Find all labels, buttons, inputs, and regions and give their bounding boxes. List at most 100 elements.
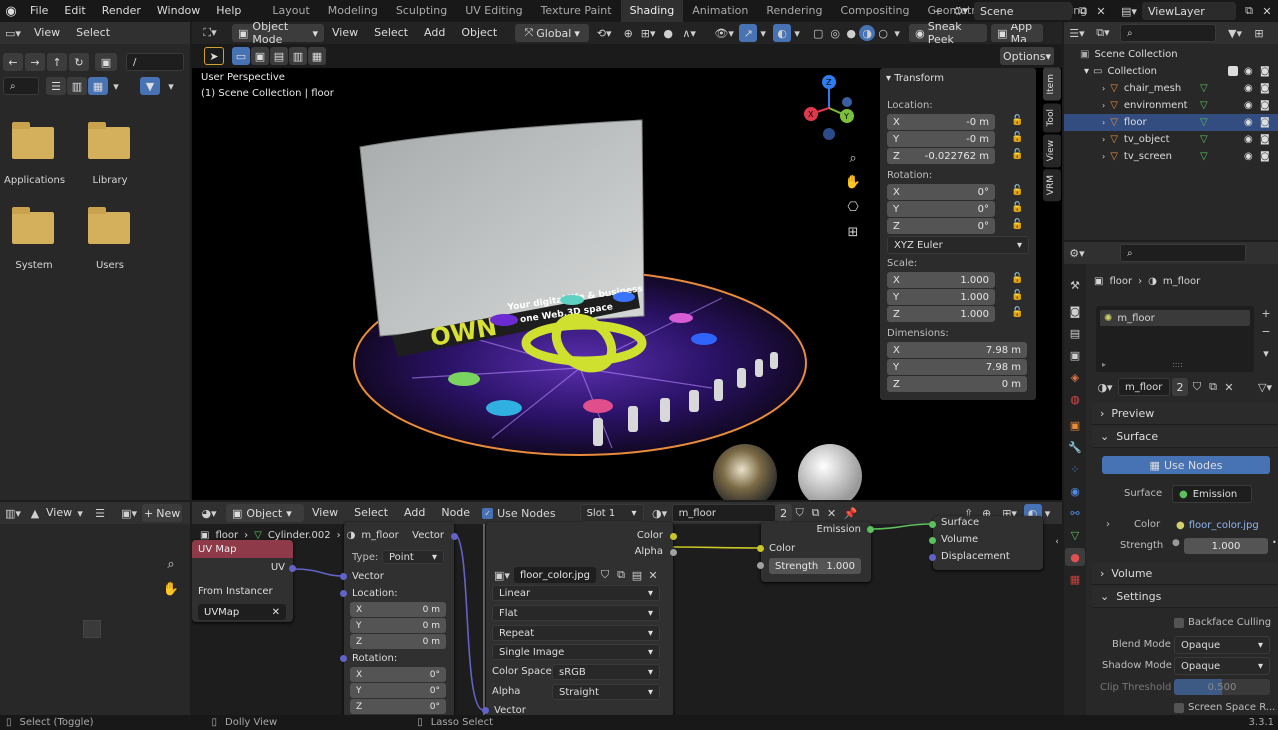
emission-out-socket[interactable] [867,526,874,533]
mapping-loc-y-field[interactable]: Y 0 m [350,618,446,633]
constraints-tab-icon[interactable]: ⚯ [1070,504,1079,522]
mapping-rotation-socket[interactable] [340,655,347,662]
physics-tab-icon[interactable]: ◉ [1070,482,1080,500]
parent-dir-icon[interactable]: ↑ [47,53,67,71]
browse-material-icon[interactable]: ◑▾ [1094,378,1116,396]
lock-icon[interactable]: 🔓 [1011,273,1023,284]
tab-texture-paint[interactable]: Texture Paint [532,0,621,22]
scl-x-field[interactable]: X 1.000 [887,272,995,288]
material-shading-icon[interactable]: ◑ [859,25,876,41]
render-camera-icon[interactable]: ◙ [1260,117,1270,128]
view-layer-icon[interactable]: ▤▾ [1117,2,1141,20]
display-mode-icon[interactable]: ⧉▾ [1090,26,1116,40]
shading-dropdown-icon[interactable]: ▾ [891,27,903,40]
folder-system[interactable]: System [12,207,54,271]
visibility-eye-icon[interactable]: ◉ [1244,83,1253,94]
hand-pan-icon[interactable]: ✋ [160,579,182,599]
new-folder-icon[interactable]: ▣ [95,53,117,71]
unlink-icon[interactable]: ✕ [646,567,660,583]
editor-type-icon[interactable]: ☰▾ [1064,27,1090,40]
particles-tab-icon[interactable]: ⁘ [1070,460,1079,478]
select-extend-icon[interactable]: ▣ [251,47,269,65]
blend-mode-select[interactable]: Opaque ▾ [1174,636,1270,654]
uvmap-field[interactable]: UVMap ✕ [198,604,286,620]
visibility-eye-icon[interactable]: ◉ [1244,117,1253,128]
tab-compositing[interactable]: Compositing [832,0,919,22]
tab-animation[interactable]: Animation [683,0,757,22]
material-users-count[interactable]: 2 [1172,378,1188,396]
editor-type-icon[interactable]: ⛶▾ [192,26,228,40]
projection-select[interactable]: Flat ▾ [492,605,660,621]
loc-y-field[interactable]: Y -0 m [887,131,995,147]
view-layer-field[interactable]: ViewLayer [1142,2,1236,20]
camera-icon[interactable]: ⎔ [842,197,864,217]
expand-icon[interactable]: › [1102,118,1105,127]
refresh-icon[interactable]: ↻ [69,53,89,71]
perspective-grid-icon[interactable]: ⊞ [842,222,864,242]
unlink-icon[interactable]: ✕ [1222,378,1236,396]
lock-icon[interactable]: 🔓 [1011,202,1023,213]
texture-tab-icon[interactable]: ▦ [1070,570,1080,588]
backface-culling-checkbox[interactable] [1174,618,1184,628]
fb-search-icon[interactable]: ⌕ [3,77,39,95]
surface-shader-select[interactable]: ● Emission [1172,485,1252,503]
app-button[interactable]: ▣ App Ma [991,24,1044,42]
zoom-icon[interactable]: ⌕ [842,148,864,168]
exclude-checkbox[interactable] [1228,66,1238,76]
menu-file[interactable]: File [22,0,56,22]
lock-icon[interactable]: 🔓 [1011,185,1023,196]
open-image-icon[interactable]: ▤ [630,567,644,583]
mapping-type-select[interactable]: Point ▾ [382,550,444,564]
select-invert-icon[interactable]: ▥ [289,47,307,65]
modifier-tab-icon[interactable]: 🔧 [1068,438,1082,456]
render-camera-icon[interactable]: ◙ [1260,151,1270,162]
tab-uv-editing[interactable]: UV Editing [456,0,531,22]
transform-header[interactable]: ▾ Transform [880,68,1036,88]
lock-icon[interactable]: 🔓 [1011,149,1023,160]
mapping-vector-in-socket[interactable] [340,573,347,580]
use-nodes-button[interactable]: ▦ Use Nodes [1102,456,1270,474]
vp-object-menu[interactable]: Object [453,22,505,44]
loc-x-field[interactable]: X -0 m [887,114,995,130]
clip-threshold-slider[interactable]: 0.500 [1174,679,1270,695]
gizmo-icon[interactable]: ↗ [739,24,758,42]
mode-select[interactable]: ▣ Object Mode ▾ [232,20,324,46]
mapping-vector-out-socket[interactable] [451,533,458,540]
horizontal-list-icon[interactable]: ▥ [67,77,87,95]
editor-type-icon[interactable]: ⚙▾ [1064,247,1090,260]
gizmo-dropdown-icon[interactable]: ▾ [757,27,769,40]
remove-slot-icon[interactable]: − [1259,324,1273,338]
emission-node[interactable]: Emission Color Strength 1.000 [757,522,874,582]
volume-section[interactable]: › Volume [1092,563,1278,585]
render-camera-icon[interactable]: ◙ [1260,100,1270,111]
node-editor[interactable]: ◕▾ ▣ Object ▾ View Select Add Node ✓ Use No… [192,502,1062,715]
uv-map-node[interactable]: UV Map UV From Instancer UVMap ✕ [192,540,296,622]
xray-icon[interactable]: ▢ [809,27,827,40]
lock-icon[interactable]: 🔓 [1011,307,1023,318]
image-color-out-socket[interactable] [670,533,677,540]
emission-strength-in-socket[interactable] [757,562,764,569]
settings-section[interactable]: ⌄ Settings [1092,586,1278,608]
rotation-mode-select[interactable]: XYZ Euler ▾ [887,236,1029,254]
image-alpha-out-socket[interactable] [670,549,677,556]
outliner-item-chair-mesh[interactable]: › ▽ chair_mesh ▽ ◉ ◙ [1064,80,1278,97]
forward-icon[interactable]: → [25,53,45,71]
blender-logo-icon[interactable]: ◉ [0,0,22,22]
tool-tab-icon[interactable]: ⚒ [1070,276,1080,294]
dim-x-field[interactable]: X 7.98 m [887,342,1027,358]
fb-view-menu[interactable]: View [26,22,68,44]
view-layer-tab-icon[interactable]: ▣ [1070,346,1080,364]
outliner-item-tv-object[interactable]: › ▽ tv_object ▽ ◉ ◙ [1064,131,1278,148]
snap-target-icon[interactable]: ⊞▾ [637,27,659,40]
render-camera-icon[interactable]: ◙ [1260,66,1270,77]
new-collection-icon[interactable]: ⊞ [1248,27,1270,40]
3d-viewport[interactable]: ⛶▾ ▣ Object Mode ▾ View Select Add Object … [192,20,1062,500]
surface-section[interactable]: ⌄ Surface [1092,426,1278,448]
material-tab-icon[interactable]: ● [1065,548,1085,566]
preview-section[interactable]: › Preview [1092,403,1278,425]
more-tabs-icon[interactable]: + [931,2,945,20]
scene-field[interactable]: Scene [974,2,1072,20]
output-volume-socket[interactable] [929,537,936,544]
tab-shading[interactable]: Shading [620,0,684,22]
scl-z-field[interactable]: Z 1.000 [887,306,995,322]
